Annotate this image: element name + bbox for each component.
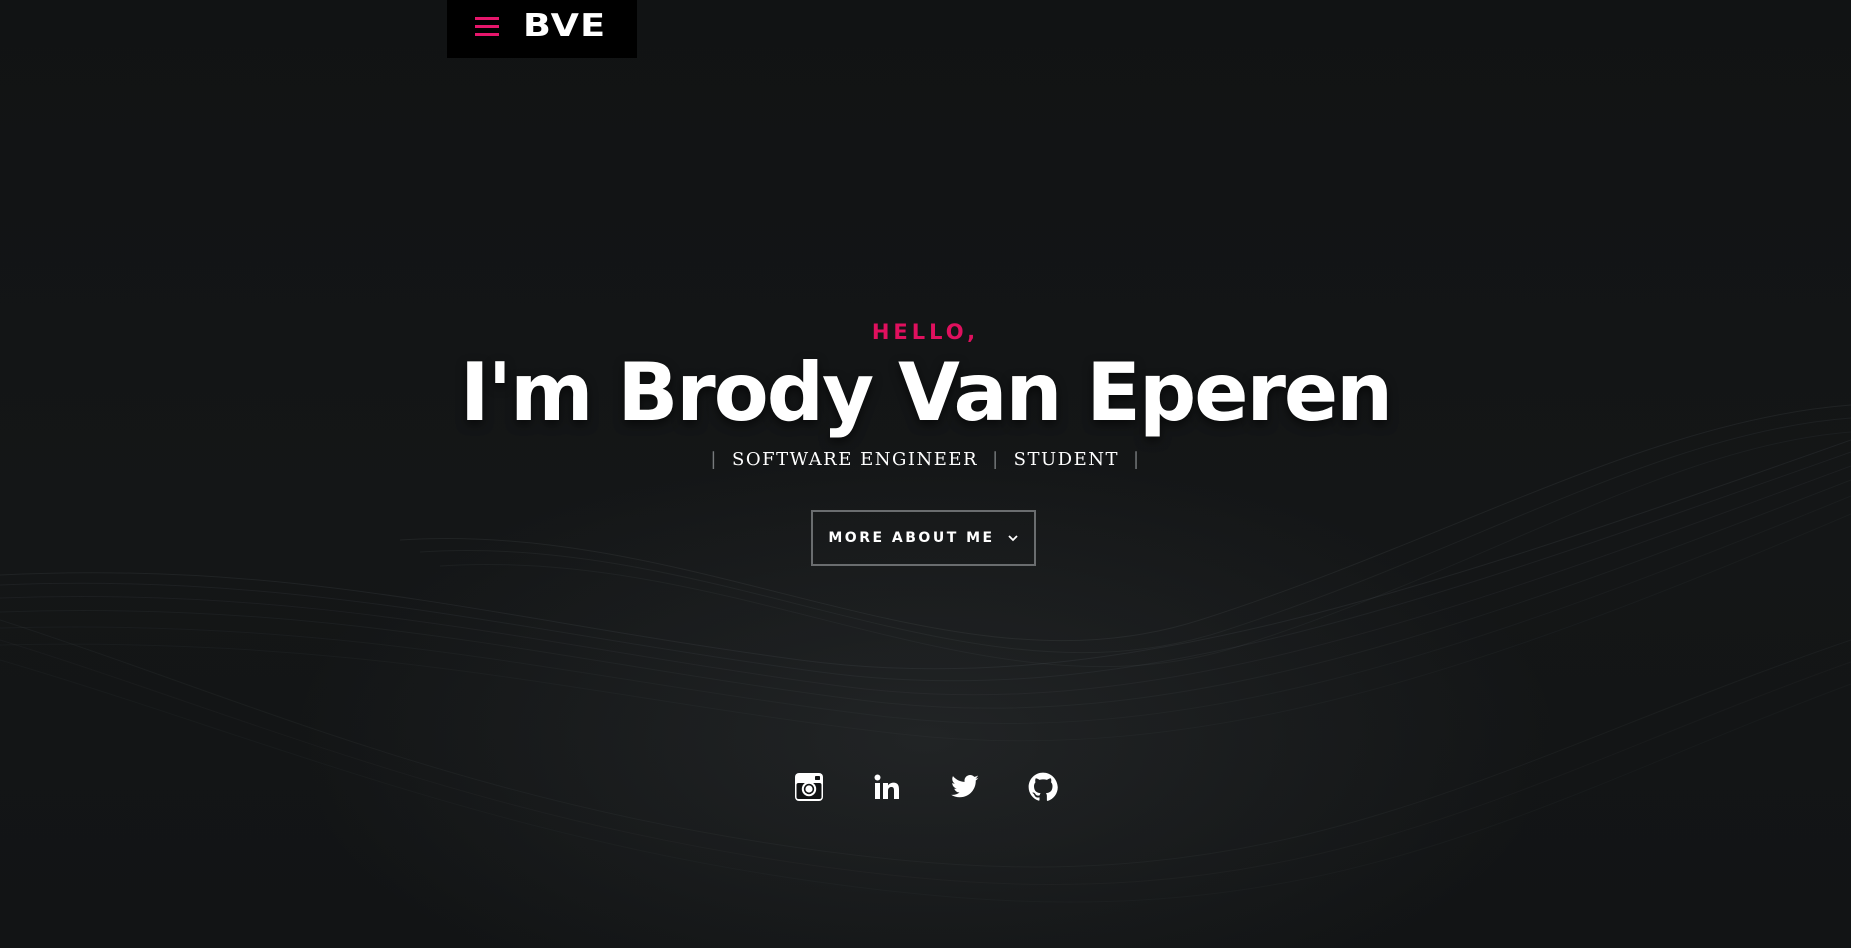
background-waves bbox=[0, 404, 1851, 903]
role-separator: | bbox=[992, 449, 1000, 470]
twitter-icon[interactable] bbox=[950, 772, 980, 802]
role-separator: | bbox=[710, 449, 718, 470]
more-about-me-button[interactable]: MORE ABOUT ME bbox=[811, 510, 1036, 566]
more-about-me-label: MORE ABOUT ME bbox=[828, 530, 995, 546]
site-logo[interactable]: BVE bbox=[523, 8, 606, 44]
hero-roles: | SOFTWARE ENGINEER | STUDENT | bbox=[0, 449, 1851, 470]
role-student: STUDENT bbox=[1013, 449, 1119, 470]
navbar: BVE bbox=[447, 0, 637, 58]
github-icon[interactable] bbox=[1028, 772, 1058, 802]
chevron-down-icon bbox=[1007, 532, 1019, 544]
role-software-engineer: SOFTWARE ENGINEER bbox=[732, 449, 979, 470]
hero-greeting: HELLO, bbox=[871, 320, 980, 344]
page: BVE HELLO, I'm Brody Van Eperen | SOFTWAR… bbox=[0, 0, 1851, 948]
hero-name: I'm Brody Van Eperen bbox=[459, 346, 1393, 439]
social-links bbox=[0, 772, 1851, 802]
instagram-icon[interactable] bbox=[794, 772, 824, 802]
hamburger-menu-icon[interactable] bbox=[475, 17, 499, 37]
linkedin-icon[interactable] bbox=[872, 772, 902, 802]
role-separator: | bbox=[1132, 449, 1141, 470]
